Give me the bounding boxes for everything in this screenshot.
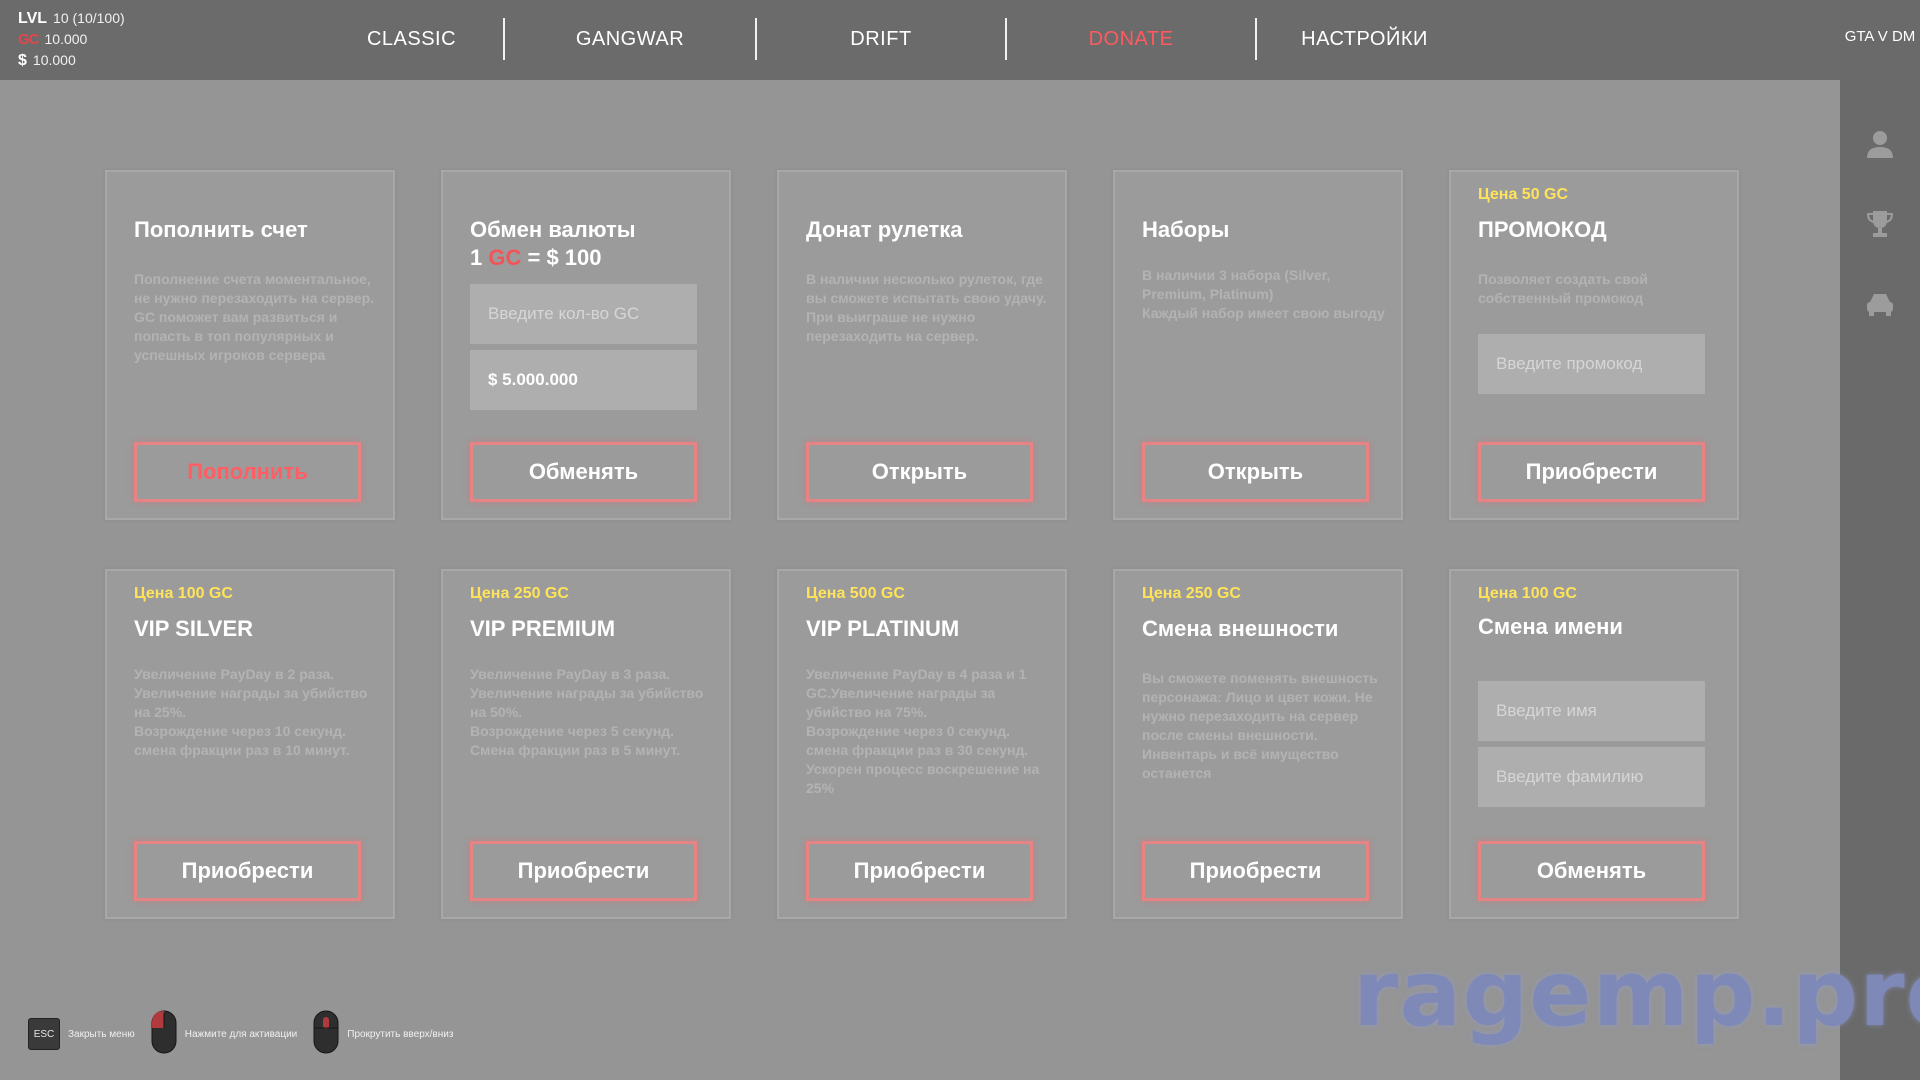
car-icon[interactable] [1864, 288, 1896, 320]
tab-drift[interactable]: DRIFT [757, 18, 1007, 60]
card-description: Позволяет создать свой собственный промо… [1478, 271, 1648, 306]
card-description: Увеличение PayDay в 3 раза. Увеличение н… [470, 666, 704, 758]
buy-vip-silver-button[interactable]: Приобрести [134, 841, 361, 901]
card-description: В наличии несколько рулеток, где вы смож… [806, 271, 1047, 344]
exchange-card: Обмен валюты 1 GC = $ 100 Обменять [441, 170, 731, 520]
vip-premium-card: Цена 250 GC VIP PREMIUM Увеличение PayDa… [441, 569, 731, 919]
level-value: 10 (10/100) [53, 10, 125, 26]
price-label: Цена 250 GC [470, 585, 569, 602]
card-description: В наличии 3 набора (Silver, Premium, Pla… [1142, 267, 1385, 321]
price-label: Цена 100 GC [1478, 585, 1577, 602]
gc-balance: 10.000 [44, 31, 88, 47]
watermark-logo: ragemp.pro [1353, 940, 1920, 1047]
price-label: Цена 50 GC [1478, 186, 1569, 203]
mouse-left-click-icon [151, 1010, 177, 1059]
rate-amount: 1 [470, 245, 483, 270]
open-roulette-button[interactable]: Открыть [806, 442, 1033, 502]
tab-donate[interactable]: DONATE [1007, 18, 1257, 60]
dollar-icon: $ [18, 52, 27, 69]
card-title: Смена имени [1478, 614, 1623, 639]
brand-title: GTA V DM [1844, 28, 1916, 45]
price-label: Цена 500 GC [806, 585, 905, 602]
tab-settings[interactable]: НАСТРОЙКИ [1257, 18, 1472, 60]
buy-appearance-change-button[interactable]: Приобрести [1142, 841, 1369, 901]
last-name-input[interactable] [1478, 747, 1705, 807]
rate-value: = $ 100 [527, 245, 602, 270]
buy-vip-premium-button[interactable]: Приобрести [470, 841, 697, 901]
control-hints: ESC Закрыть меню Нажмите для активации П… [28, 1010, 469, 1058]
gc-currency-icon: GC [488, 245, 522, 270]
hint-label: Прокрутить вверх/вниз [347, 1028, 454, 1040]
first-name-input[interactable] [1478, 681, 1705, 741]
buy-vip-platinum-button[interactable]: Приобрести [806, 841, 1033, 901]
price-label: Цена 100 GC [134, 585, 233, 602]
card-description: Увеличение PayDay в 4 раза и 1 GC.Увелич… [806, 666, 1040, 796]
money-result-field[interactable] [470, 350, 697, 410]
hint-scroll: Прокрутить вверх/вниз [313, 1010, 453, 1059]
vip-platinum-card: Цена 500 GC VIP PLATINUM Увеличение PayD… [777, 569, 1067, 919]
tab-classic[interactable]: CLASSIC [320, 18, 505, 60]
main-nav: CLASSIC GANGWAR DRIFT DONATE НАСТРОЙКИ [320, 18, 1472, 60]
hint-label: Нажмите для активации [184, 1028, 298, 1040]
trophy-icon[interactable] [1864, 208, 1896, 240]
card-title: Обмен валюты 1 GC = $ 100 [470, 216, 720, 272]
appearance-change-card: Цена 250 GC Смена внешности Вы сможете п… [1113, 569, 1403, 919]
level-label: LVL [18, 10, 48, 27]
mouse-scroll-icon [313, 1010, 339, 1059]
exchange-rate: 1 GC = $ 100 [470, 244, 720, 272]
topup-card: Пополнить счет Пополнение счета моментал… [105, 170, 395, 520]
open-kits-button[interactable]: Открыть [1142, 442, 1369, 502]
gc-amount-input[interactable] [470, 284, 697, 344]
tab-gangwar[interactable]: GANGWAR [505, 18, 757, 60]
card-description: Вы сможете поменять внешность персонажа:… [1142, 670, 1378, 781]
topup-button[interactable]: Пополнить [134, 442, 361, 502]
right-sidebar: GTA V DM [1840, 0, 1920, 1080]
hint-label: Закрыть меню [68, 1028, 135, 1040]
hint-close-menu: ESC Закрыть меню [28, 1018, 135, 1050]
promocode-card: Цена 50 GC ПРОМОКОД Позволяет создать св… [1449, 170, 1739, 520]
card-description: Пополнение счета моментальное, не нужно … [134, 271, 375, 363]
buy-promocode-button[interactable]: Приобрести [1478, 442, 1705, 502]
roulette-card: Донат рулетка В наличии несколько рулето… [777, 170, 1067, 520]
card-title: Наборы [1142, 217, 1230, 242]
change-name-button[interactable]: Обменять [1478, 841, 1705, 901]
card-description: Увеличение PayDay в 2 раза. Увеличение н… [134, 666, 368, 758]
card-title: VIP PLATINUM [806, 616, 960, 641]
card-title: VIP SILVER [134, 616, 254, 641]
exchange-title: Обмен валюты [470, 217, 636, 242]
player-stats: LVL 10 (10/100) GC 10.000 $ 10.000 [18, 8, 125, 71]
kits-card: Наборы В наличии 3 набора (Silver, Premi… [1113, 170, 1403, 520]
price-label: Цена 250 GC [1142, 585, 1241, 602]
gc-currency-icon: GC [18, 31, 39, 48]
money-balance: 10.000 [32, 52, 76, 68]
card-title: ПРОМОКОД [1478, 217, 1607, 242]
card-title: Смена внешности [1142, 616, 1339, 641]
user-icon[interactable] [1864, 128, 1896, 160]
top-bar: LVL 10 (10/100) GC 10.000 $ 10.000 CLASS… [0, 0, 1840, 80]
vip-silver-card: Цена 100 GC VIP SILVER Увеличение PayDay… [105, 569, 395, 919]
esc-key-icon: ESC [28, 1018, 60, 1050]
promocode-input[interactable] [1478, 334, 1705, 394]
card-title: Пополнить счет [134, 217, 308, 242]
exchange-button[interactable]: Обменять [470, 442, 697, 502]
card-title: Донат рулетка [806, 217, 963, 242]
card-title: VIP PREMIUM [470, 616, 616, 641]
name-change-card: Цена 100 GC Смена имени Обменять [1449, 569, 1739, 919]
hint-activate: Нажмите для активации [151, 1010, 297, 1059]
